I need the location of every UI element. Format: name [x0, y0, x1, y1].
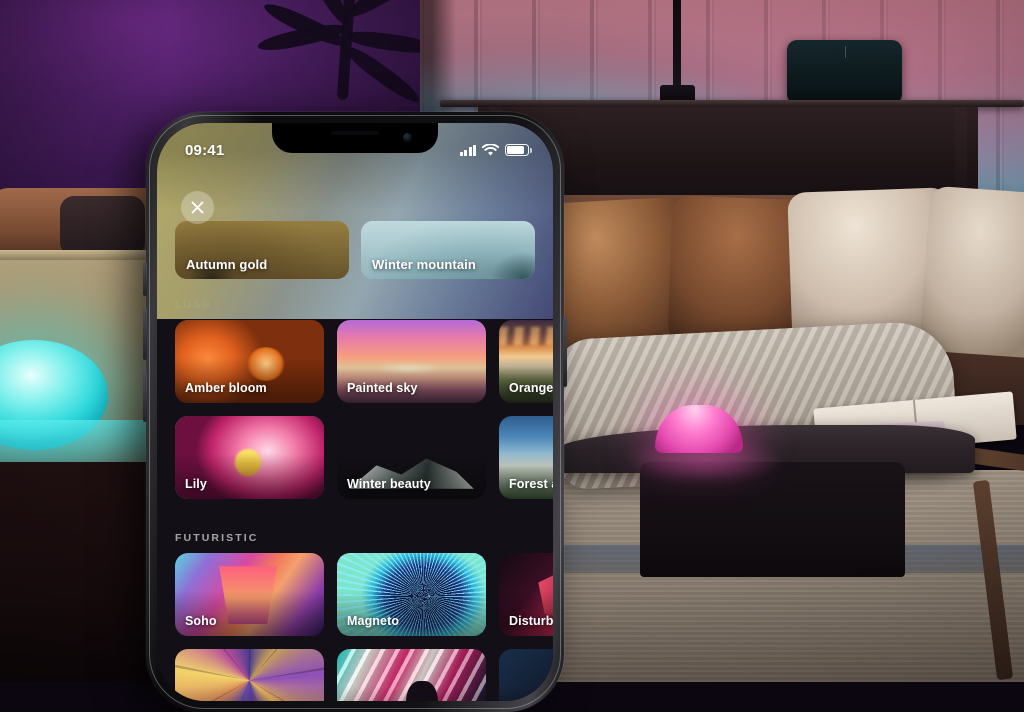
scene-section-futuristic: FUTURISTIC Soho Magneto Disturbi: [157, 512, 553, 701]
front-camera: [403, 133, 412, 142]
scene-picker-scroll-area[interactable]: Autumn gold Winter mountain LUSH Amber b…: [157, 123, 553, 701]
scene-thumbnail: [337, 649, 486, 701]
scene-card[interactable]: [337, 649, 486, 701]
pinned-scenes-row: Autumn gold Winter mountain: [157, 221, 553, 279]
console-table-top: [440, 100, 1024, 107]
close-button[interactable]: [181, 191, 214, 224]
scene-name: Forest a: [499, 477, 553, 499]
battery-icon: [505, 144, 529, 156]
scene-card[interactable]: Disturbi: [499, 553, 553, 636]
pinned-scene-card[interactable]: Autumn gold: [175, 221, 349, 279]
wifi-icon: [482, 144, 499, 157]
status-bar-time: 09:41: [185, 142, 224, 159]
smartphone-device: Autumn gold Winter mountain LUSH Amber b…: [146, 112, 564, 712]
status-bar-indicators: [460, 144, 530, 157]
section-heading: LUSH: [175, 299, 553, 311]
volume-up-button[interactable]: [143, 308, 147, 360]
scene-name: Winter beauty: [337, 477, 441, 499]
scene-card[interactable]: Magneto: [337, 553, 486, 636]
scene-card[interactable]: Forest a: [499, 416, 553, 499]
scene-card[interactable]: Amber bloom: [175, 320, 324, 403]
pinned-scene-card[interactable]: Winter mountain: [361, 221, 535, 279]
scene-section-lush: LUSH Amber bloom Painted sky Orange: [157, 279, 553, 499]
scene-row: Amber bloom Painted sky Orange: [175, 320, 553, 403]
volume-down-button[interactable]: [143, 370, 147, 422]
scene-name: Orange: [499, 381, 553, 403]
scene-card[interactable]: [499, 649, 553, 701]
scene-name: Lily: [175, 477, 217, 499]
scene-card[interactable]: Soho: [175, 553, 324, 636]
scene-card[interactable]: [175, 649, 324, 701]
scene-row: Lily Winter beauty Forest a: [175, 416, 553, 499]
scene-thumbnail: [499, 649, 553, 701]
floor-lamp-pole: [673, 0, 681, 92]
scene-name: Disturbi: [499, 614, 553, 636]
scene-name: Painted sky: [337, 381, 428, 403]
throw-pillow: [919, 186, 1024, 360]
scene-card[interactable]: Painted sky: [337, 320, 486, 403]
power-button[interactable]: [563, 317, 567, 387]
scene-name: Amber bloom: [175, 381, 277, 403]
scene-name: Magneto: [337, 614, 409, 636]
scene-thumbnail: [175, 649, 324, 701]
left-console-top: [0, 250, 150, 260]
phone-screen: Autumn gold Winter mountain LUSH Amber b…: [157, 123, 553, 701]
scene-card[interactable]: Winter beauty: [337, 416, 486, 499]
silent-switch[interactable]: [143, 262, 147, 296]
left-console-base: [0, 462, 150, 682]
cyan-lamp-reflection: [0, 420, 150, 465]
cellular-bars-icon: [460, 145, 477, 156]
scene-row: Soho Magneto Disturbi: [175, 553, 553, 636]
close-icon: [190, 200, 205, 215]
scene-name: Soho: [175, 614, 227, 636]
wireless-speaker: [787, 40, 902, 102]
scene-row: [175, 649, 553, 701]
left-sofa-cushion: [60, 196, 145, 256]
device-notch: [272, 123, 438, 153]
scene-name: Winter mountain: [361, 257, 487, 279]
section-heading: FUTURISTIC: [175, 532, 553, 544]
scene-card[interactable]: Orange: [499, 320, 553, 403]
earpiece-speaker: [331, 131, 379, 135]
scene-name: Autumn gold: [175, 257, 278, 279]
scene-card[interactable]: Lily: [175, 416, 324, 499]
